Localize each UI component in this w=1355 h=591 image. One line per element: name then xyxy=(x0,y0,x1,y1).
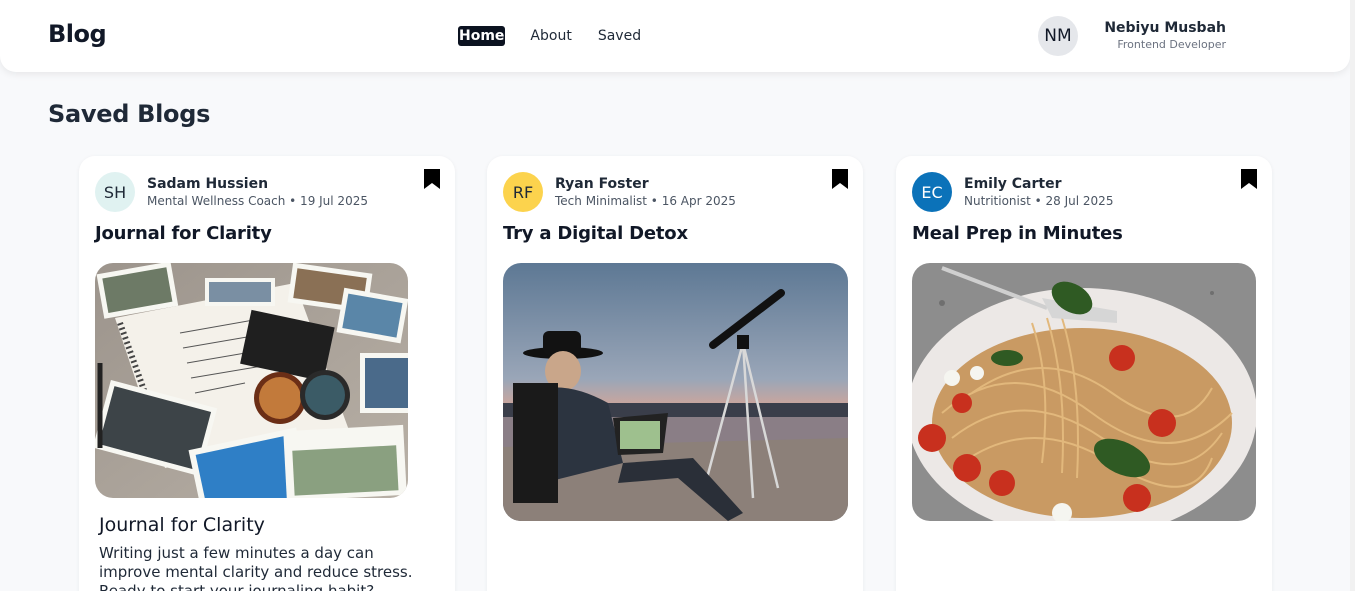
nav-saved-link[interactable]: Saved xyxy=(597,26,642,46)
card-title[interactable]: Meal Prep in Minutes xyxy=(912,223,1123,244)
card-excerpt: Writing just a few minutes a day can imp… xyxy=(99,544,413,591)
user-role: Frontend Developer xyxy=(1117,38,1226,51)
pasta-photo[interactable] xyxy=(912,263,1256,521)
card-author-row: EC Emily Carter Nutritionist • 28 Jul 20… xyxy=(912,172,1113,212)
author-avatar: EC xyxy=(912,172,952,212)
blog-card[interactable]: RF Ryan Foster Tech Minimalist • 16 Apr … xyxy=(487,156,863,591)
bookmark-icon[interactable] xyxy=(1240,168,1258,190)
page-title: Saved Blogs xyxy=(48,100,211,128)
telescope-laptop-photo[interactable] xyxy=(503,263,848,521)
journal-photo[interactable] xyxy=(95,263,408,498)
nav-about-link[interactable]: About xyxy=(529,26,572,46)
user-info: Nebiyu Musbah Frontend Developer xyxy=(1104,19,1226,53)
main-nav: Home About Saved xyxy=(458,26,642,46)
author-name: Emily Carter xyxy=(964,175,1062,192)
author-name: Sadam Hussien xyxy=(147,175,269,192)
user-name: Nebiyu Musbah xyxy=(1104,20,1226,36)
card-title[interactable]: Journal for Clarity xyxy=(95,223,272,244)
brand-logo[interactable]: Blog xyxy=(48,20,107,48)
user-avatar[interactable]: NM xyxy=(1038,16,1078,56)
bookmark-icon[interactable] xyxy=(831,168,849,190)
card-author-row: RF Ryan Foster Tech Minimalist • 16 Apr … xyxy=(503,172,736,212)
nav-home-link[interactable]: Home xyxy=(458,26,506,46)
top-navbar: Blog Home About Saved NM Nebiyu Musbah F… xyxy=(0,0,1350,72)
author-avatar: SH xyxy=(95,172,135,212)
blog-card[interactable]: EC Emily Carter Nutritionist • 28 Jul 20… xyxy=(896,156,1272,591)
author-meta: Nutritionist • 28 Jul 2025 xyxy=(964,193,1114,208)
window-scroll-edge xyxy=(1350,0,1355,591)
author-meta: Tech Minimalist • 16 Apr 2025 xyxy=(555,193,736,208)
card-author-row: SH Sadam Hussien Mental Wellness Coach •… xyxy=(95,172,368,212)
author-meta: Mental Wellness Coach • 19 Jul 2025 xyxy=(147,193,368,208)
author-avatar: RF xyxy=(503,172,543,212)
card-subtitle: Journal for Clarity xyxy=(99,514,265,536)
card-title[interactable]: Try a Digital Detox xyxy=(503,223,688,244)
author-name: Ryan Foster xyxy=(555,175,649,192)
bookmark-icon[interactable] xyxy=(423,168,441,190)
blog-card[interactable]: SH Sadam Hussien Mental Wellness Coach •… xyxy=(79,156,455,591)
